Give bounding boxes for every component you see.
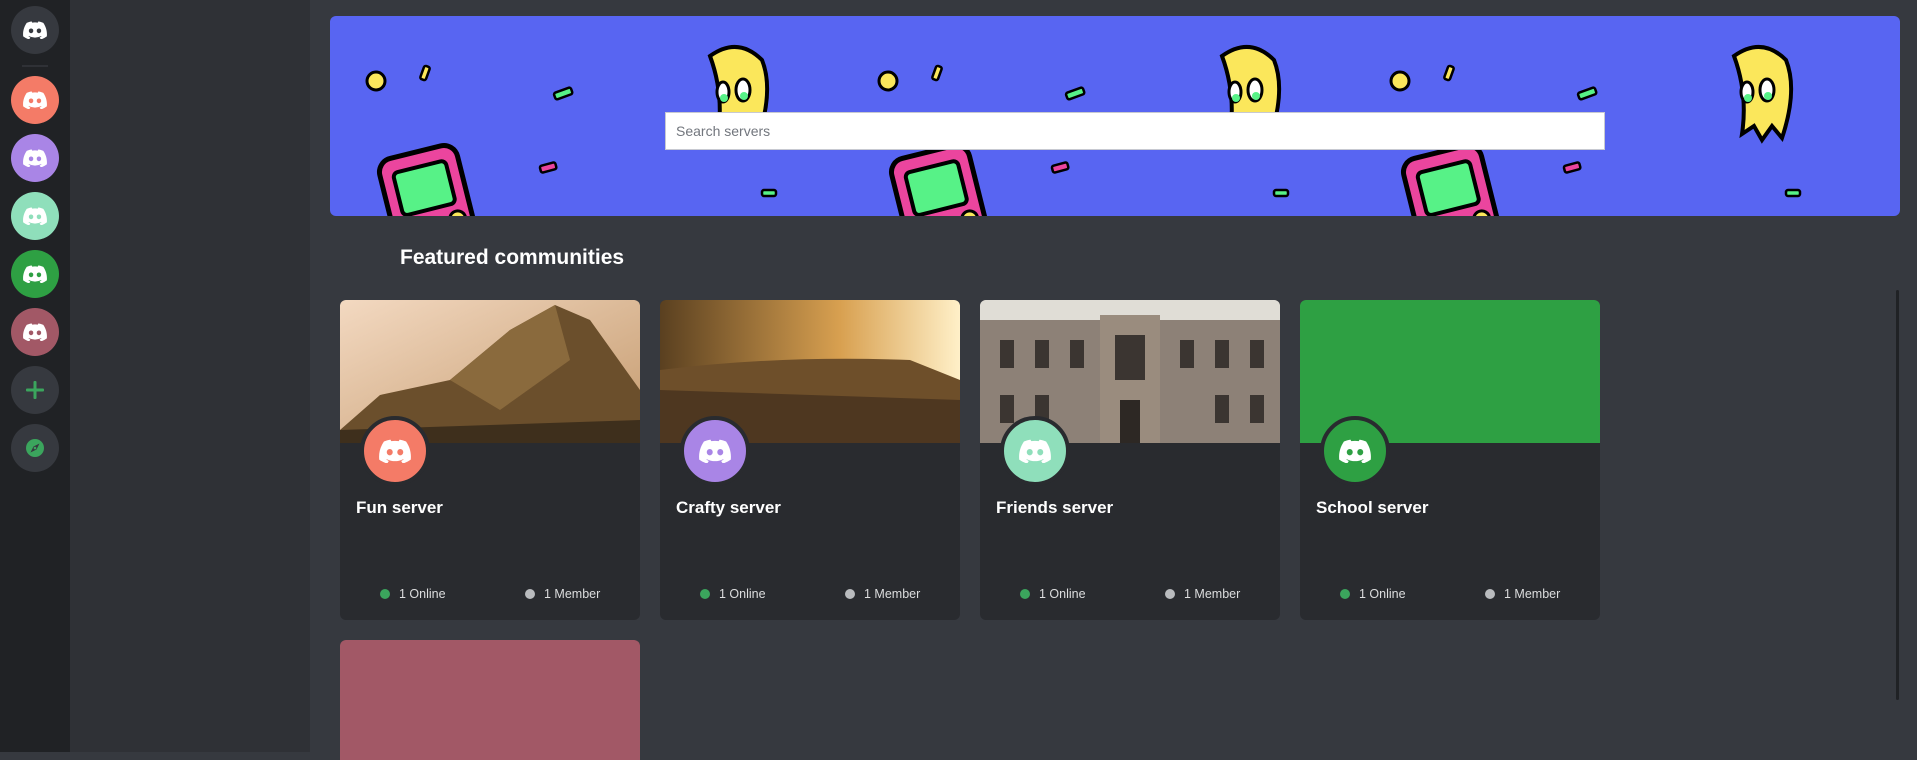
server-icon-school[interactable] bbox=[11, 250, 59, 298]
server-banner-image bbox=[340, 640, 640, 760]
discord-logo-icon bbox=[699, 439, 731, 463]
discord-logo-icon bbox=[23, 323, 47, 341]
discord-logo-icon bbox=[23, 149, 47, 167]
online-count-label: 1 Online bbox=[1359, 587, 1406, 601]
member-dot-icon bbox=[1485, 589, 1495, 599]
server-avatar bbox=[1320, 416, 1390, 486]
online-dot-icon bbox=[1340, 589, 1350, 599]
discord-logo-icon bbox=[23, 265, 47, 283]
member-count: 1 Member bbox=[845, 587, 920, 601]
server-card-fun[interactable]: Fun server 1 Online 1 Member bbox=[340, 300, 640, 620]
member-count: 1 Member bbox=[525, 587, 600, 601]
online-count: 1 Online bbox=[380, 587, 446, 601]
online-count-label: 1 Online bbox=[399, 587, 446, 601]
discord-logo-icon bbox=[1019, 439, 1051, 463]
server-name: School server bbox=[1316, 498, 1429, 517]
server-avatar bbox=[1000, 416, 1070, 486]
server-icon-fun[interactable] bbox=[11, 76, 59, 124]
member-count: 1 Member bbox=[1485, 587, 1560, 601]
add-server-button[interactable] bbox=[11, 366, 59, 414]
plus-icon bbox=[26, 381, 44, 399]
server-card-friends[interactable]: Friends server 1 Online 1 Member bbox=[980, 300, 1280, 620]
server-avatar bbox=[680, 416, 750, 486]
member-count-label: 1 Member bbox=[864, 587, 921, 601]
member-count: 1 Member bbox=[1165, 587, 1240, 601]
discord-logo-icon bbox=[379, 439, 411, 463]
explore-servers-button[interactable] bbox=[11, 424, 59, 472]
server-card-crafty[interactable]: Crafty server 1 Online 1 Member bbox=[660, 300, 960, 620]
server-name: Crafty server bbox=[676, 498, 781, 517]
discord-logo-icon bbox=[23, 21, 47, 39]
server-card-fifth[interactable] bbox=[340, 640, 640, 760]
discord-logo-icon bbox=[23, 207, 47, 225]
online-count-label: 1 Online bbox=[1039, 587, 1086, 601]
member-dot-icon bbox=[845, 589, 855, 599]
compass-icon bbox=[26, 439, 44, 457]
server-icon-friends[interactable] bbox=[11, 192, 59, 240]
member-dot-icon bbox=[1165, 589, 1175, 599]
search-input[interactable] bbox=[665, 112, 1605, 150]
scrollbar[interactable] bbox=[1896, 290, 1899, 700]
discord-logo-icon bbox=[1339, 439, 1371, 463]
server-card-school[interactable]: School server 1 Online 1 Member bbox=[1300, 300, 1600, 620]
online-count: 1 Online bbox=[1340, 587, 1406, 601]
online-count: 1 Online bbox=[700, 587, 766, 601]
discovery-banner bbox=[330, 16, 1900, 216]
online-dot-icon bbox=[700, 589, 710, 599]
server-icon-crafty[interactable] bbox=[11, 134, 59, 182]
member-count-label: 1 Member bbox=[1184, 587, 1241, 601]
member-count-label: 1 Member bbox=[1504, 587, 1561, 601]
server-icon-fifth[interactable] bbox=[11, 308, 59, 356]
rail-separator bbox=[22, 65, 48, 67]
online-count-label: 1 Online bbox=[719, 587, 766, 601]
featured-communities-heading: Featured communities bbox=[400, 246, 625, 269]
home-button[interactable] bbox=[11, 6, 59, 54]
server-name: Friends server bbox=[996, 498, 1114, 517]
server-avatar bbox=[360, 416, 430, 486]
server-name: Fun server bbox=[356, 498, 443, 517]
online-dot-icon bbox=[1020, 589, 1030, 599]
server-rail bbox=[0, 0, 70, 752]
online-dot-icon bbox=[380, 589, 390, 599]
channel-sidebar bbox=[70, 0, 310, 752]
discovery-page: Featured communities Fun server 1 Online… bbox=[310, 0, 1917, 760]
member-count-label: 1 Member bbox=[544, 587, 601, 601]
member-dot-icon bbox=[525, 589, 535, 599]
discord-logo-icon bbox=[23, 91, 47, 109]
online-count: 1 Online bbox=[1020, 587, 1086, 601]
